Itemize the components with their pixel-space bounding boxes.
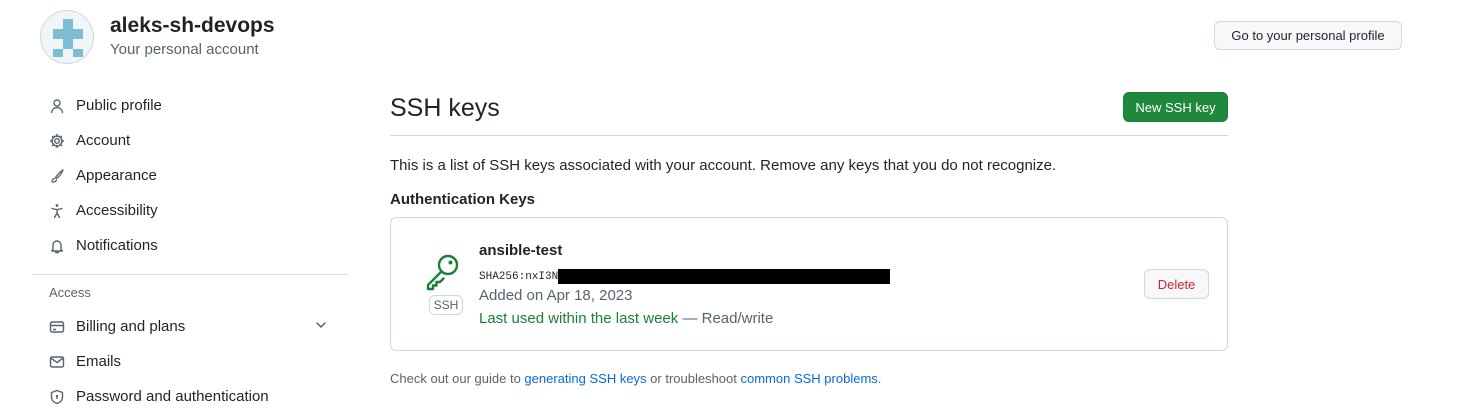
person-icon — [48, 97, 66, 115]
sidebar-section-access: Access — [49, 285, 91, 300]
sidebar-item-notifications[interactable]: Notifications — [32, 228, 348, 263]
sidebar-item-password-auth[interactable]: Password and authentication — [32, 379, 348, 414]
sidebar-item-emails[interactable]: Emails — [32, 344, 348, 379]
key-icon — [423, 252, 463, 297]
ssh-key-card: SSH ansible-test SHA256:nxI3N Added on A… — [390, 217, 1228, 351]
account-header: aleks-sh-devops Your personal account — [40, 10, 275, 64]
avatar[interactable] — [40, 10, 94, 64]
mail-icon — [48, 353, 66, 371]
identicon-icon — [53, 19, 83, 57]
generating-ssh-keys-link[interactable]: generating SSH keys — [524, 371, 646, 386]
common-ssh-problems-link[interactable]: common SSH problems — [741, 371, 878, 386]
fingerprint-text: SHA256:nxI3N — [479, 270, 559, 283]
shield-lock-icon — [48, 388, 66, 406]
accessibility-icon — [48, 202, 66, 220]
sidebar-item-label: Password and authentication — [76, 388, 269, 405]
intro-text: This is a list of SSH keys associated wi… — [390, 157, 1057, 174]
help-note: Check out our guide to generating SSH ke… — [390, 371, 1228, 386]
account-name[interactable]: aleks-sh-devops — [110, 13, 275, 39]
bell-icon — [48, 237, 66, 255]
sidebar-item-label: Appearance — [76, 167, 157, 184]
redaction-bar — [558, 269, 891, 284]
paintbrush-icon — [48, 167, 66, 185]
gear-icon — [48, 132, 66, 150]
sidebar-item-public-profile[interactable]: Public profile — [32, 88, 348, 123]
sidebar-item-account[interactable]: Account — [32, 123, 348, 158]
key-title: ansible-test — [479, 242, 563, 259]
key-added-date: Added on Apr 18, 2023 — [479, 287, 633, 304]
page-header: SSH keys New SSH key — [390, 88, 1228, 136]
sidebar-item-label: Accessibility — [76, 202, 158, 219]
help-text: Check out our guide to — [390, 371, 525, 386]
ssh-keys-panel: SSH keys New SSH key This is a list of S… — [390, 88, 1228, 386]
sidebar-item-label: Notifications — [76, 237, 158, 254]
sidebar-item-billing[interactable]: Billing and plans — [32, 309, 348, 344]
sidebar-item-label: Billing and plans — [76, 318, 186, 335]
key-fingerprint: SHA256:nxI3N — [479, 269, 891, 284]
chevron-down-icon[interactable] — [314, 318, 328, 336]
go-to-profile-button[interactable]: Go to your personal profile — [1214, 21, 1402, 50]
page-title: SSH keys — [390, 94, 500, 122]
account-subtitle: Your personal account — [110, 41, 259, 58]
sidebar-item-label: Emails — [76, 353, 122, 370]
sidebar-item-label: Account — [76, 132, 131, 149]
sidebar-item-appearance[interactable]: Appearance — [32, 158, 348, 193]
credit-card-icon — [48, 318, 66, 336]
help-text: or troubleshoot — [646, 371, 741, 386]
sidebar-item-accessibility[interactable]: Accessibility — [32, 193, 348, 228]
key-last-used: Last used within the last week — Read/wr… — [479, 310, 773, 327]
ssh-type-label: SSH — [429, 295, 463, 315]
delete-key-button[interactable]: Delete — [1144, 269, 1209, 299]
auth-keys-heading: Authentication Keys — [390, 191, 536, 208]
access-level-text: — Read/write — [678, 310, 774, 327]
help-text: . — [877, 371, 882, 386]
sidebar-item-label: Public profile — [76, 97, 162, 114]
settings-sidebar: Public profile Account Appearance Access… — [32, 88, 348, 414]
last-used-text: Last used within the last week — [479, 310, 679, 327]
new-ssh-key-button[interactable]: New SSH key — [1123, 92, 1228, 122]
